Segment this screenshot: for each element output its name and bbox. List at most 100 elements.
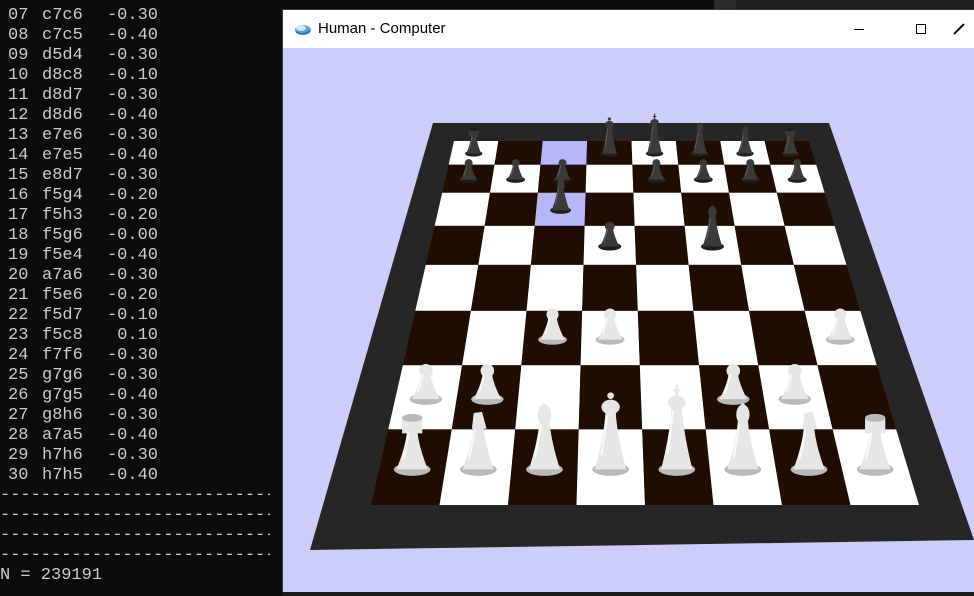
console-scrollbar[interactable]	[714, 0, 736, 10]
move-number: 11	[8, 86, 29, 105]
move-row: 26 g7g5 -0.40	[8, 386, 158, 406]
square-c5[interactable]	[530, 225, 585, 265]
square-f4[interactable]	[688, 264, 750, 311]
move-number: 09	[8, 46, 29, 65]
app-icon	[295, 25, 311, 35]
move-row: 07 c7c6 -0.30	[8, 6, 158, 26]
move-number: 28	[8, 426, 29, 445]
separator-line: ----------------------------------------	[0, 546, 270, 565]
square-d6[interactable]	[584, 192, 635, 226]
square-f3[interactable]	[693, 310, 759, 366]
move-row: 15 e8d7 -0.30	[8, 166, 158, 186]
move-text: d8c8	[42, 66, 83, 85]
move-score: -0.30	[106, 86, 158, 105]
move-text: e7e6	[42, 126, 83, 145]
move-number: 20	[8, 266, 29, 285]
move-row: 17 f5h3 -0.20	[8, 206, 158, 226]
move-score: -0.40	[106, 246, 158, 265]
square-b4[interactable]	[470, 264, 531, 311]
move-number: 18	[8, 226, 29, 245]
square-e4[interactable]	[636, 264, 694, 311]
move-score: -0.10	[106, 306, 158, 325]
square-g4[interactable]	[741, 264, 805, 311]
move-row: 12 d8d6 -0.40	[8, 106, 158, 126]
move-row: 11 d8d7 -0.30	[8, 86, 158, 106]
move-row: 30 h7h5 -0.40	[8, 466, 158, 486]
square-g6[interactable]	[729, 192, 785, 226]
move-score: -0.30	[106, 126, 158, 145]
move-row: 24 f7f6 -0.30	[8, 346, 158, 366]
square-c4[interactable]	[526, 264, 584, 311]
move-text: e8d7	[42, 166, 83, 185]
move-row: 23 f5c8 0.10	[8, 326, 158, 346]
square-a6[interactable]	[434, 192, 491, 226]
square-g5[interactable]	[734, 225, 794, 265]
square-e3[interactable]	[637, 310, 700, 366]
square-e6[interactable]	[633, 192, 685, 226]
move-text: f5d7	[42, 306, 83, 325]
move-row: 16 f5g4 -0.20	[8, 186, 158, 206]
move-number: 19	[8, 246, 29, 265]
move-row: 08 c7c5 -0.40	[8, 26, 158, 46]
title-bar[interactable]: Human - Computer	[283, 10, 974, 48]
move-text: e7e5	[42, 146, 83, 165]
minimize-button[interactable]	[836, 10, 882, 48]
move-text: f5h3	[42, 206, 83, 225]
move-number: 25	[8, 366, 29, 385]
move-score: -0.20	[106, 206, 158, 225]
chess-board-3d[interactable]	[283, 48, 974, 592]
move-number: 12	[8, 106, 29, 125]
move-number: 08	[8, 26, 29, 45]
move-text: f5e6	[42, 286, 83, 305]
move-number: 10	[8, 66, 29, 85]
square-f6[interactable]	[681, 192, 735, 226]
board-viewport[interactable]	[283, 48, 974, 592]
move-text: f5g6	[42, 226, 83, 245]
move-text: h7h5	[42, 466, 83, 485]
separator-line: ----------------------------------------	[0, 526, 270, 545]
move-number: 27	[8, 406, 29, 425]
move-text: d5d4	[42, 46, 83, 65]
move-number: 24	[8, 346, 29, 365]
square-h6[interactable]	[776, 192, 835, 226]
move-score: 0.10	[117, 326, 158, 345]
maximize-button[interactable]	[898, 10, 944, 48]
close-button[interactable]	[953, 10, 974, 48]
move-number: 23	[8, 326, 29, 345]
square-d4[interactable]	[582, 264, 638, 311]
move-score: -0.30	[106, 446, 158, 465]
square-b3[interactable]	[462, 310, 527, 366]
node-count: N = 239191	[0, 566, 103, 585]
move-text: f5g4	[42, 186, 83, 205]
square-e5[interactable]	[634, 225, 689, 265]
move-number: 16	[8, 186, 29, 205]
move-row: 14 e7e5 -0.40	[8, 146, 158, 166]
move-number: 21	[8, 286, 29, 305]
move-row: 27 g8h6 -0.30	[8, 406, 158, 426]
move-text: f5c8	[42, 326, 83, 345]
move-row: 28 a7a5 -0.40	[8, 426, 158, 446]
square-a5[interactable]	[425, 225, 485, 265]
square-d7[interactable]	[585, 164, 634, 193]
move-row: 29 h7h6 -0.30	[8, 446, 158, 466]
close-icon	[953, 23, 965, 35]
move-number: 17	[8, 206, 29, 225]
move-row: 09 d5d4 -0.30	[8, 46, 158, 66]
move-number: 14	[8, 146, 29, 165]
square-a4[interactable]	[415, 264, 479, 311]
move-score: -0.10	[106, 66, 158, 85]
move-text: c7c5	[42, 26, 83, 45]
square-b6[interactable]	[484, 192, 538, 226]
move-score: -0.30	[106, 46, 158, 65]
move-score: -0.40	[106, 426, 158, 445]
taskbar-edge	[283, 592, 974, 596]
move-text: d8d6	[42, 106, 83, 125]
move-score: -0.40	[106, 146, 158, 165]
move-row: 21 f5e6 -0.20	[8, 286, 158, 306]
square-b5[interactable]	[478, 225, 535, 265]
move-score: -0.40	[106, 386, 158, 405]
move-number: 22	[8, 306, 29, 325]
move-number: 13	[8, 126, 29, 145]
move-score: -0.30	[106, 166, 158, 185]
separator-line: ----------------------------------------	[0, 486, 270, 505]
